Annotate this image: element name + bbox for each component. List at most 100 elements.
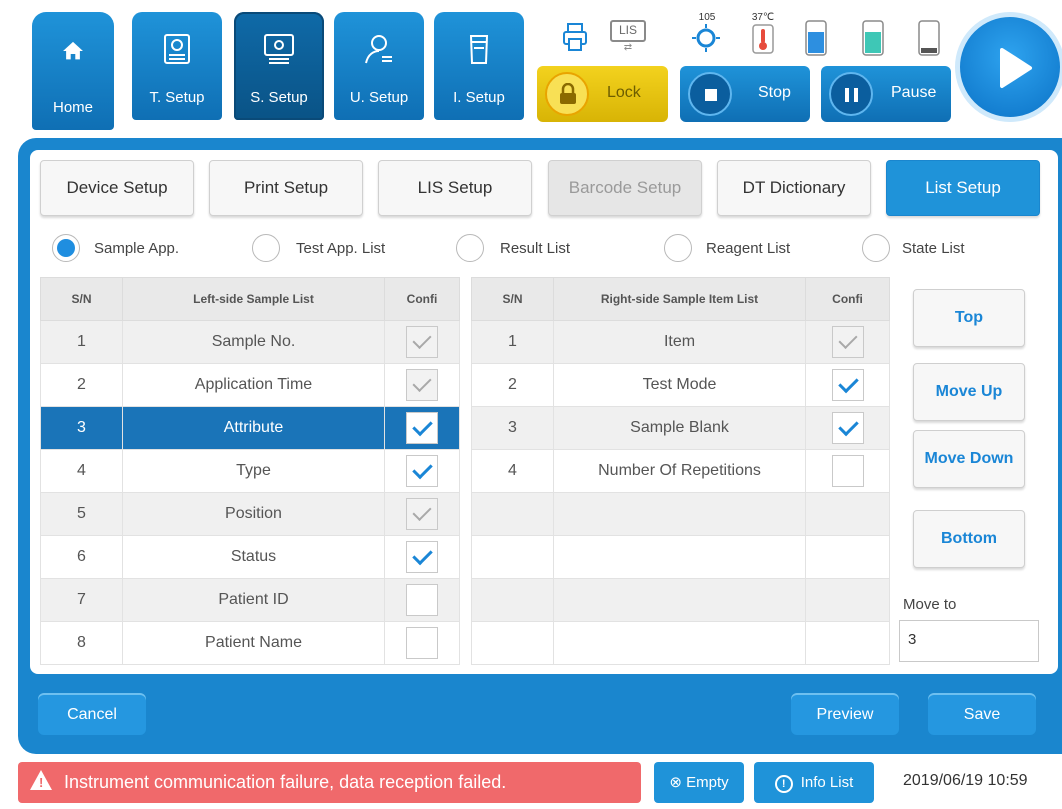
temperature-value: 37℃ xyxy=(751,12,775,23)
u-setup-button[interactable]: U. Setup xyxy=(334,12,424,120)
table-row[interactable]: 7 Patient ID xyxy=(40,578,460,622)
table-row[interactable]: 4 Type xyxy=(40,449,460,493)
empty-row xyxy=(471,492,890,536)
radio-label: Reagent List xyxy=(706,239,791,257)
row-name: Item xyxy=(553,320,806,364)
tab-device-setup[interactable]: Device Setup xyxy=(40,160,194,216)
column-header-sn: S/N xyxy=(40,277,123,321)
column-header-name: Left-side Sample List xyxy=(122,277,385,321)
row-name: Number Of Repetitions xyxy=(553,449,806,493)
table-header-row: S/N Left-side Sample List Confi xyxy=(40,277,460,321)
row-name: Position xyxy=(122,492,385,536)
radio-reagent-list[interactable]: Reagent List xyxy=(664,232,790,264)
right-item-table: S/N Right-side Sample Item List Confi 1 … xyxy=(471,277,890,665)
move-down-button[interactable]: Move Down xyxy=(913,430,1025,488)
radio-test-app-list[interactable]: Test App. List xyxy=(252,232,385,264)
tab-print-setup[interactable]: Print Setup xyxy=(209,160,363,216)
stop-button[interactable]: Stop xyxy=(680,66,810,122)
lock-circle xyxy=(545,72,589,116)
confi-checkbox[interactable] xyxy=(406,627,438,659)
table-row[interactable]: 2 Application Time xyxy=(40,363,460,407)
radio-dot[interactable] xyxy=(862,234,890,262)
row-sn: 6 xyxy=(40,535,123,579)
radio-state-list[interactable]: State List xyxy=(862,232,965,264)
waste-bottle-icon xyxy=(918,20,940,56)
table-row[interactable]: 5 Position xyxy=(40,492,460,536)
confi-checkbox[interactable] xyxy=(831,412,864,444)
confi-checkbox[interactable] xyxy=(831,326,864,358)
column-header-confi: Confi xyxy=(384,277,460,321)
stop-label: Stop xyxy=(758,84,791,101)
row-name: Sample No. xyxy=(122,320,385,364)
confi-checkbox[interactable] xyxy=(406,455,438,487)
table-row[interactable]: 3 Sample Blank xyxy=(471,406,890,450)
i-setup-button[interactable]: I. Setup xyxy=(434,12,524,120)
move-top-button[interactable]: Top xyxy=(913,289,1025,347)
row-sn: 8 xyxy=(40,621,123,665)
confi-checkbox[interactable] xyxy=(406,369,438,401)
lis-icon: LIS xyxy=(610,20,646,42)
radio-dot[interactable] xyxy=(52,234,80,262)
table-row[interactable]: 2 Test Mode xyxy=(471,363,890,407)
empty-button[interactable]: ⊗ Empty xyxy=(654,762,744,803)
save-button[interactable]: Save xyxy=(928,695,1036,735)
tab-barcode-setup[interactable]: Barcode Setup xyxy=(548,160,702,216)
table-row[interactable]: 1 Sample No. xyxy=(40,320,460,364)
pause-icon xyxy=(845,88,849,102)
info-list-button[interactable]: ! Info List xyxy=(754,762,874,803)
move-to-input[interactable]: 3 xyxy=(899,620,1039,662)
table-row-selected[interactable]: 3 Attribute xyxy=(40,406,460,450)
table-header-row: S/N Right-side Sample Item List Confi xyxy=(471,277,890,321)
counter-value: 105 xyxy=(698,12,716,23)
pause-button[interactable]: Pause xyxy=(821,66,951,122)
confi-checkbox[interactable] xyxy=(406,541,438,573)
row-sn: 7 xyxy=(40,578,123,622)
radio-result-list[interactable]: Result List xyxy=(456,232,570,264)
empty-row xyxy=(471,578,890,622)
row-name: Patient Name xyxy=(122,621,385,665)
radio-sample-app[interactable]: Sample App. xyxy=(52,232,179,264)
move-up-button[interactable]: Move Up xyxy=(913,363,1025,421)
table-row[interactable]: 8 Patient Name xyxy=(40,621,460,665)
cancel-button[interactable]: Cancel xyxy=(38,695,146,735)
empty-row xyxy=(471,621,890,665)
tab-dt-dictionary[interactable]: DT Dictionary xyxy=(717,160,871,216)
lock-button[interactable]: Lock xyxy=(537,66,668,122)
radio-label: Result List xyxy=(500,239,571,257)
row-sn: 2 xyxy=(40,363,123,407)
table-row[interactable]: 1 Item xyxy=(471,320,890,364)
home-button[interactable]: Home xyxy=(32,12,114,130)
tab-lis-setup[interactable]: LIS Setup xyxy=(378,160,532,216)
start-button[interactable] xyxy=(955,12,1062,122)
confi-checkbox[interactable] xyxy=(831,369,864,401)
confi-checkbox[interactable] xyxy=(831,455,864,487)
table-row[interactable]: 4 Number Of Repetitions xyxy=(471,449,890,493)
confi-checkbox[interactable] xyxy=(406,498,438,530)
printer-icon[interactable] xyxy=(562,22,588,52)
lis-indicator[interactable]: LIS ⇄ xyxy=(610,20,646,54)
s-setup-button[interactable]: S. Setup xyxy=(234,12,324,120)
left-sample-table: S/N Left-side Sample List Confi 1 Sample… xyxy=(40,277,460,665)
gear-screen-icon xyxy=(264,34,294,64)
t-setup-button[interactable]: T. Setup xyxy=(132,12,222,120)
stop-circle xyxy=(688,72,732,116)
tab-list-setup[interactable]: List Setup xyxy=(886,160,1040,216)
lock-label: Lock xyxy=(607,84,641,101)
confi-checkbox[interactable] xyxy=(406,326,438,358)
preview-button[interactable]: Preview xyxy=(791,695,899,735)
alert-message[interactable]: Instrument communication failure, data r… xyxy=(18,762,641,803)
radio-dot[interactable] xyxy=(664,234,692,262)
confi-checkbox[interactable] xyxy=(406,584,438,616)
move-to-label: Move to xyxy=(903,596,957,613)
radio-dot[interactable] xyxy=(252,234,280,262)
tray-settings-icon xyxy=(164,34,190,64)
column-header-sn: S/N xyxy=(471,277,554,321)
i-setup-label: I. Setup xyxy=(453,89,505,106)
row-sn: 3 xyxy=(471,406,554,450)
confi-checkbox[interactable] xyxy=(406,412,438,444)
move-bottom-button[interactable]: Bottom xyxy=(913,510,1025,568)
table-row[interactable]: 6 Status xyxy=(40,535,460,579)
column-header-name: Right-side Sample Item List xyxy=(553,277,806,321)
row-sn: 4 xyxy=(471,449,554,493)
radio-dot[interactable] xyxy=(456,234,484,262)
